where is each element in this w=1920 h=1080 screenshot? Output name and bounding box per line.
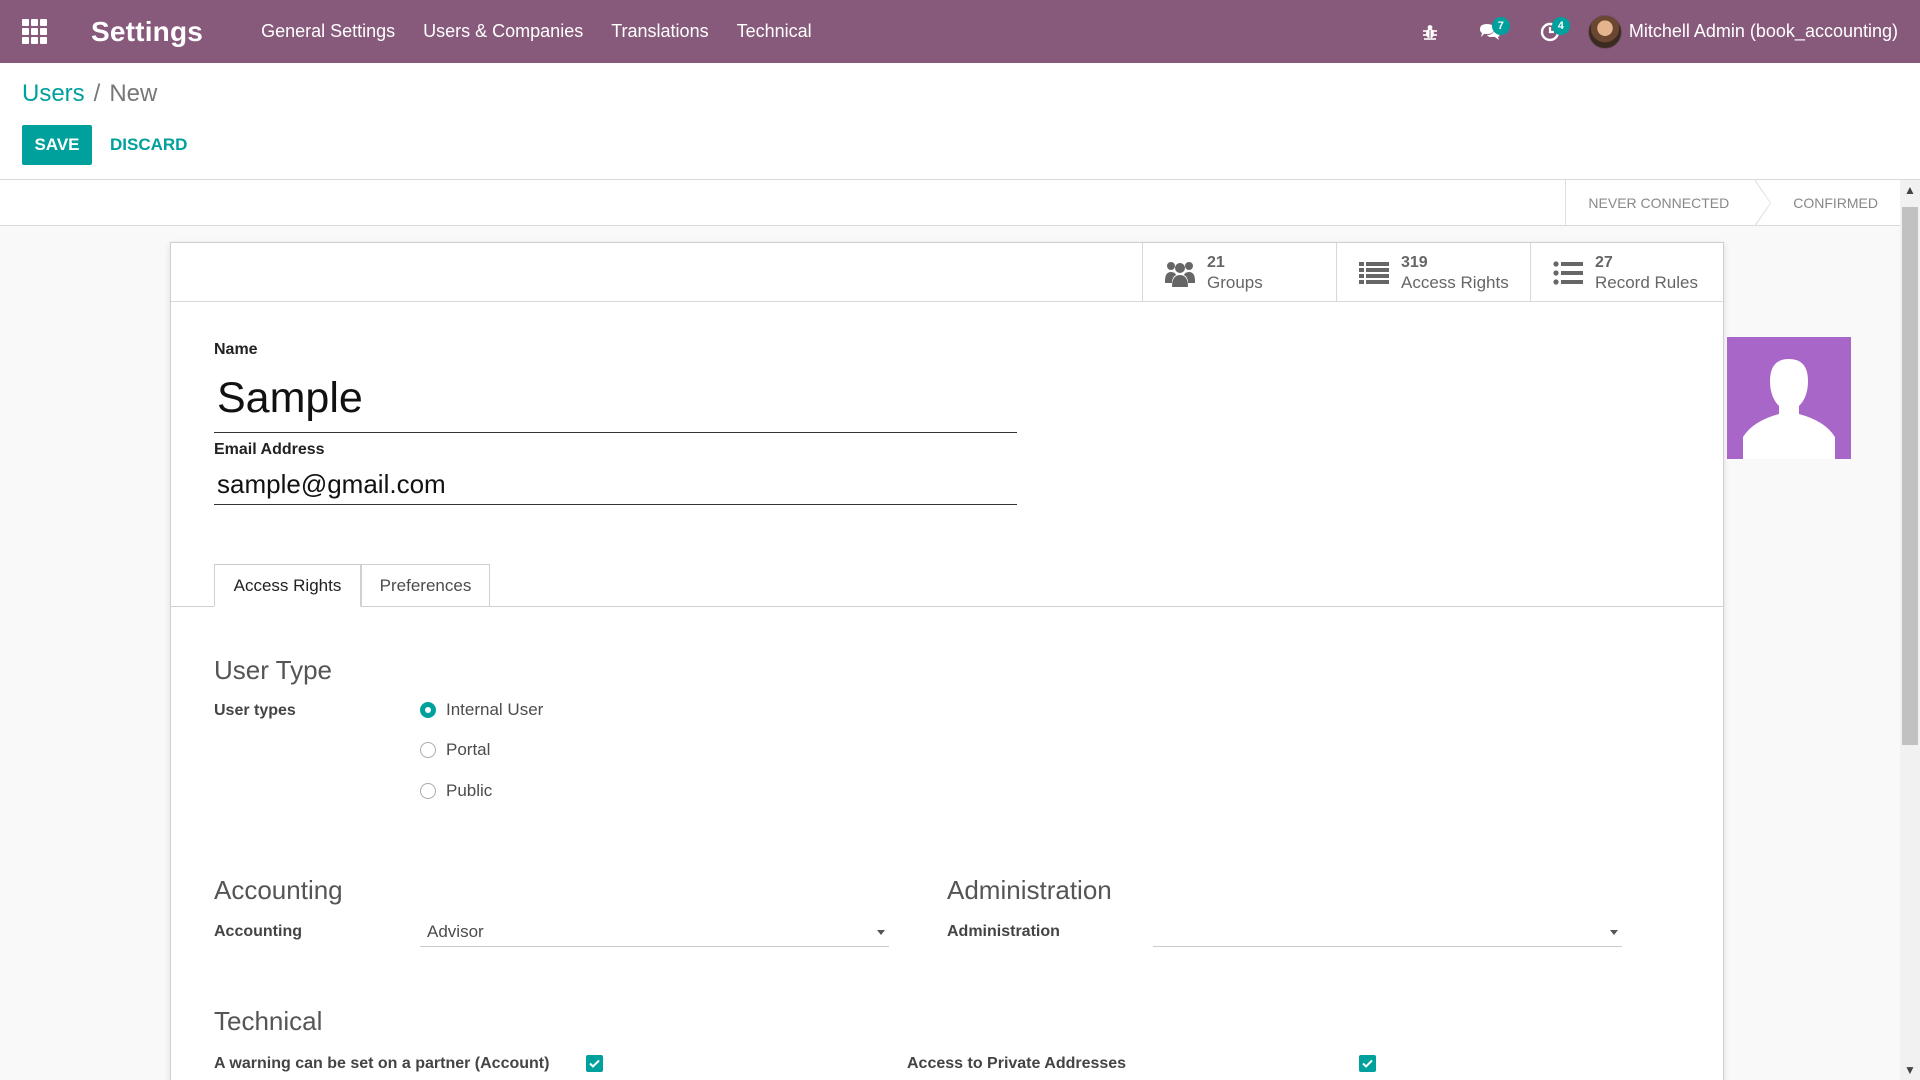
record-rules-smart-button[interactable]: 27 Record Rules bbox=[1530, 243, 1724, 302]
radio-unchecked-icon bbox=[420, 742, 436, 758]
status-confirmed: CONFIRMED bbox=[1793, 195, 1878, 211]
administration-label: Administration bbox=[947, 923, 1060, 940]
groups-label: Groups bbox=[1207, 272, 1263, 292]
top-navbar: Settings General Settings Users & Compan… bbox=[0, 0, 1920, 63]
accounting-select-value: Advisor bbox=[427, 921, 484, 941]
status-arrow bbox=[1754, 179, 1772, 227]
technical-section-title: Technical bbox=[214, 1006, 323, 1036]
user-type-public[interactable]: Public bbox=[420, 781, 492, 801]
user-types-label: User types bbox=[214, 702, 296, 719]
accounting-select[interactable]: Advisor bbox=[420, 917, 889, 947]
tab-access-rights[interactable]: Access Rights bbox=[214, 564, 361, 607]
menu-translations[interactable]: Translations bbox=[611, 21, 708, 42]
smart-button-box: 21 Groups 319 Access Rights 27 Record Ru… bbox=[171, 243, 1723, 302]
groups-count: 21 bbox=[1207, 253, 1225, 271]
groups-smart-button[interactable]: 21 Groups bbox=[1142, 243, 1336, 302]
access-rights-count: 319 bbox=[1401, 253, 1428, 271]
check-icon bbox=[1362, 1059, 1373, 1068]
radio-checked-icon bbox=[420, 702, 436, 718]
user-type-internal[interactable]: Internal User bbox=[420, 700, 543, 720]
user-type-public-label: Public bbox=[446, 781, 493, 800]
record-rules-label: Record Rules bbox=[1595, 272, 1698, 292]
partner-warning-checkbox[interactable] bbox=[586, 1055, 603, 1072]
private-addresses-checkbox[interactable] bbox=[1359, 1055, 1376, 1072]
caret-down-icon bbox=[1610, 930, 1618, 935]
email-label: Email Address bbox=[214, 441, 325, 458]
menu-users-companies[interactable]: Users & Companies bbox=[423, 21, 583, 42]
page-scrollbar[interactable]: ▲ ▼ bbox=[1900, 180, 1920, 1080]
menu-general-settings[interactable]: General Settings bbox=[261, 21, 395, 42]
user-type-portal-label: Portal bbox=[446, 740, 491, 759]
accounting-label: Accounting bbox=[214, 923, 302, 940]
user-type-portal[interactable]: Portal bbox=[420, 740, 490, 760]
list-ul-icon bbox=[1551, 256, 1585, 290]
control-panel: Users / New SAVE DISCARD bbox=[0, 63, 1920, 180]
accounting-section-title: Accounting bbox=[214, 875, 343, 905]
apps-grid-icon bbox=[21, 19, 47, 44]
check-icon bbox=[589, 1059, 600, 1068]
caret-down-icon bbox=[877, 930, 885, 935]
apps-menu-button[interactable] bbox=[0, 0, 68, 63]
messages-count-badge: 7 bbox=[1491, 17, 1510, 35]
users-icon bbox=[1163, 256, 1197, 290]
user-avatar bbox=[1587, 14, 1622, 49]
activities-button[interactable]: 4 bbox=[1520, 0, 1580, 63]
user-menu[interactable]: Mitchell Admin (book_accounting) bbox=[1587, 14, 1898, 49]
status-never-connected: NEVER CONNECTED bbox=[1565, 180, 1755, 226]
app-title: Settings bbox=[91, 15, 204, 47]
breadcrumb-current: New bbox=[109, 80, 158, 107]
breadcrumb-separator: / bbox=[93, 80, 101, 107]
status-bar: NEVER CONNECTED CONFIRMED bbox=[0, 179, 1900, 227]
partner-warning-label: A warning can be set on a partner (Accou… bbox=[214, 1055, 550, 1072]
scroll-thumb[interactable] bbox=[1902, 207, 1918, 745]
name-input[interactable] bbox=[214, 365, 1017, 433]
tab-preferences[interactable]: Preferences bbox=[361, 564, 490, 607]
user-type-internal-label: Internal User bbox=[446, 700, 544, 719]
scroll-up-arrow-icon[interactable]: ▲ bbox=[1900, 180, 1920, 200]
email-input[interactable] bbox=[214, 465, 1017, 505]
activities-count-badge: 4 bbox=[1551, 17, 1570, 35]
form-sheet: 21 Groups 319 Access Rights 27 Record Ru… bbox=[170, 242, 1851, 1080]
messages-button[interactable]: 7 bbox=[1460, 0, 1520, 63]
administration-section-title: Administration bbox=[947, 875, 1112, 905]
user-silhouette-icon bbox=[1743, 359, 1835, 459]
private-addresses-label: Access to Private Addresses bbox=[907, 1055, 1127, 1072]
user-name: Mitchell Admin (book_accounting) bbox=[1628, 21, 1898, 41]
breadcrumb: Users / New bbox=[22, 80, 157, 108]
radio-unchecked-icon bbox=[420, 783, 436, 799]
save-button[interactable]: SAVE bbox=[22, 125, 92, 165]
debug-button[interactable] bbox=[1400, 0, 1460, 63]
record-rules-count: 27 bbox=[1595, 253, 1613, 271]
bug-icon bbox=[1422, 24, 1437, 40]
user-type-title: User Type bbox=[214, 655, 333, 685]
discard-button[interactable]: DISCARD bbox=[110, 125, 187, 165]
user-photo-placeholder[interactable] bbox=[1727, 337, 1851, 459]
menu-technical[interactable]: Technical bbox=[737, 21, 812, 42]
access-rights-smart-button[interactable]: 319 Access Rights bbox=[1336, 243, 1530, 302]
access-rights-label: Access Rights bbox=[1401, 272, 1509, 292]
list-icon bbox=[1357, 256, 1391, 290]
breadcrumb-users-link[interactable]: Users bbox=[22, 80, 85, 108]
administration-select[interactable] bbox=[1153, 917, 1622, 947]
scroll-down-arrow-icon[interactable]: ▼ bbox=[1900, 1060, 1920, 1080]
name-label: Name bbox=[214, 341, 258, 358]
